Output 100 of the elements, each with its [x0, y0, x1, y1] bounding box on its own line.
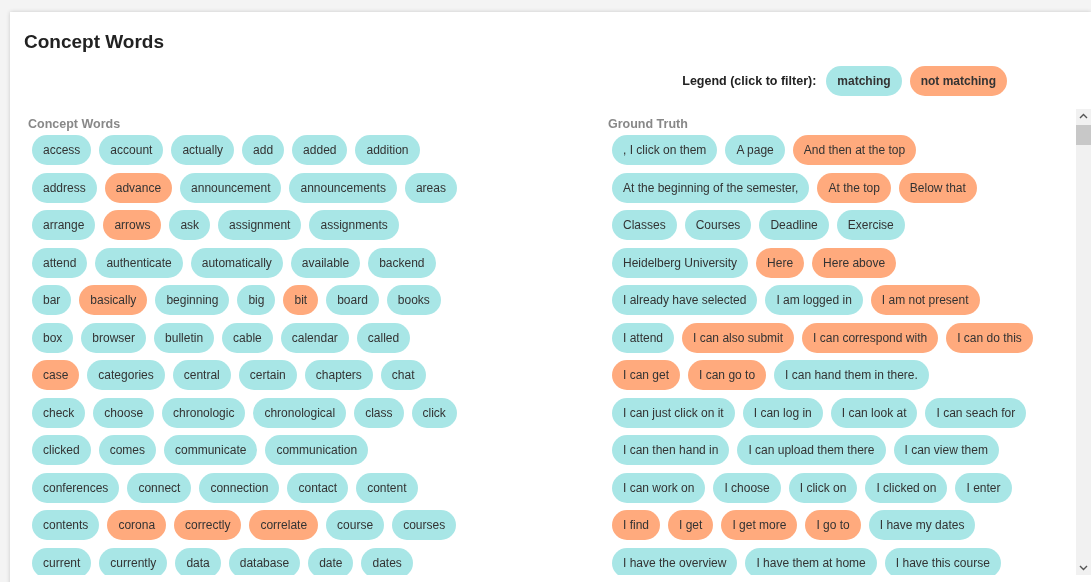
- word-chip[interactable]: announcements: [289, 172, 397, 203]
- word-chip[interactable]: I get more: [721, 510, 798, 540]
- word-chip[interactable]: courses: [392, 510, 457, 540]
- word-chip[interactable]: chapters: [304, 360, 373, 390]
- word-chip[interactable]: I go to: [805, 510, 861, 540]
- word-chip[interactable]: correlate: [249, 510, 319, 540]
- word-chip[interactable]: connection: [199, 472, 280, 503]
- word-chip[interactable]: Here: [756, 247, 805, 278]
- word-chip[interactable]: course: [326, 510, 385, 540]
- word-chip[interactable]: database: [228, 547, 301, 575]
- word-chip[interactable]: I am logged in: [765, 285, 863, 315]
- word-chip[interactable]: backend: [368, 247, 436, 278]
- word-chip[interactable]: announcement: [180, 172, 282, 203]
- word-chip[interactable]: check: [32, 397, 86, 428]
- word-chip[interactable]: areas: [404, 172, 457, 203]
- word-chip[interactable]: communication: [265, 435, 369, 465]
- word-chip[interactable]: chronologic: [162, 397, 246, 428]
- word-chip[interactable]: content: [356, 472, 418, 503]
- word-chip[interactable]: I can view them: [893, 435, 999, 465]
- word-chip[interactable]: box: [32, 322, 74, 353]
- word-chip[interactable]: authenticate: [95, 247, 183, 278]
- word-chip[interactable]: communicate: [164, 435, 258, 465]
- word-chip[interactable]: I have my dates: [868, 510, 976, 540]
- word-chip[interactable]: advance: [104, 172, 173, 203]
- word-chip[interactable]: automatically: [190, 247, 283, 278]
- word-chip[interactable]: account: [99, 135, 164, 165]
- word-chip[interactable]: address: [32, 172, 97, 203]
- word-chip[interactable]: current: [32, 547, 92, 575]
- word-chip[interactable]: , I click on them: [612, 135, 718, 165]
- word-chip[interactable]: arrange: [32, 210, 96, 240]
- word-chip[interactable]: basically: [79, 285, 148, 315]
- word-chip[interactable]: Courses: [684, 210, 752, 240]
- word-chip[interactable]: I can go to: [688, 360, 767, 390]
- word-chip[interactable]: Heidelberg University: [612, 247, 749, 278]
- word-chip[interactable]: chronological: [253, 397, 347, 428]
- word-chip[interactable]: called: [356, 322, 411, 353]
- word-chip[interactable]: I can correspond with: [802, 322, 939, 353]
- word-chip[interactable]: added: [292, 135, 348, 165]
- word-chip[interactable]: I can then hand in: [612, 435, 730, 465]
- word-chip[interactable]: bulletin: [154, 322, 215, 353]
- word-chip[interactable]: Deadline: [759, 210, 829, 240]
- word-chip[interactable]: I get: [668, 510, 714, 540]
- word-chip[interactable]: Classes: [612, 210, 677, 240]
- word-chip[interactable]: cable: [222, 322, 273, 353]
- word-chip[interactable]: assignment: [218, 210, 302, 240]
- word-chip[interactable]: contents: [32, 510, 100, 540]
- word-chip[interactable]: assignments: [309, 210, 399, 240]
- word-chip[interactable]: central: [172, 360, 231, 390]
- word-chip[interactable]: chat: [380, 360, 426, 390]
- word-chip[interactable]: I can hand them in there.: [774, 360, 929, 390]
- word-chip[interactable]: board: [326, 285, 379, 315]
- word-chip[interactable]: choose: [93, 397, 155, 428]
- word-chip[interactable]: big: [237, 285, 276, 315]
- word-chip[interactable]: I have them at home: [745, 547, 877, 575]
- word-chip[interactable]: I already have selected: [612, 285, 758, 315]
- word-chip[interactable]: attend: [32, 247, 88, 278]
- word-chip[interactable]: actually: [171, 135, 235, 165]
- word-chip[interactable]: case: [32, 360, 80, 390]
- word-chip[interactable]: contact: [287, 472, 349, 503]
- word-chip[interactable]: I am not present: [870, 285, 980, 315]
- word-chip[interactable]: browser: [81, 322, 147, 353]
- word-chip[interactable]: clicked: [32, 435, 91, 465]
- word-chip[interactable]: ask: [169, 210, 211, 240]
- word-chip[interactable]: data: [175, 547, 221, 575]
- word-chip[interactable]: I choose: [713, 472, 781, 503]
- word-chip[interactable]: I clicked on: [865, 472, 948, 503]
- word-chip[interactable]: I have this course: [884, 547, 1001, 575]
- word-chip[interactable]: And then at the top: [792, 135, 917, 165]
- word-chip[interactable]: certain: [238, 360, 297, 390]
- word-chip[interactable]: A page: [725, 135, 785, 165]
- word-chip[interactable]: I have the overview: [612, 547, 738, 575]
- word-chip[interactable]: I attend: [612, 322, 675, 353]
- word-chip[interactable]: I can look at: [830, 397, 918, 428]
- word-chip[interactable]: connect: [127, 472, 192, 503]
- word-chip[interactable]: I can log in: [742, 397, 823, 428]
- word-chip[interactable]: bar: [32, 285, 72, 315]
- word-chip[interactable]: At the beginning of the semester,: [612, 172, 810, 203]
- word-chip[interactable]: click: [411, 397, 457, 428]
- word-chip[interactable]: At the top: [817, 172, 891, 203]
- word-chip[interactable]: calendar: [280, 322, 349, 353]
- word-chip[interactable]: date: [308, 547, 354, 575]
- word-chip[interactable]: corona: [107, 510, 167, 540]
- word-chip[interactable]: currently: [99, 547, 168, 575]
- word-chip[interactable]: books: [386, 285, 441, 315]
- word-chip[interactable]: dates: [361, 547, 413, 575]
- word-chip[interactable]: I can work on: [612, 472, 706, 503]
- legend-filter-chip[interactable]: not matching: [909, 66, 1007, 96]
- word-chip[interactable]: comes: [98, 435, 157, 465]
- word-chip[interactable]: categories: [87, 360, 165, 390]
- word-chip[interactable]: conferences: [32, 472, 120, 503]
- word-chip[interactable]: I can also submit: [682, 322, 795, 353]
- word-chip[interactable]: addition: [355, 135, 420, 165]
- word-chip[interactable]: add: [242, 135, 285, 165]
- word-chip[interactable]: correctly: [174, 510, 242, 540]
- word-chip[interactable]: I can do this: [946, 322, 1033, 353]
- word-chip[interactable]: I enter: [955, 472, 1012, 503]
- word-chip[interactable]: available: [290, 247, 361, 278]
- word-chip[interactable]: Exercise: [836, 210, 905, 240]
- word-chip[interactable]: I can upload them there: [737, 435, 886, 465]
- word-chip[interactable]: class: [354, 397, 404, 428]
